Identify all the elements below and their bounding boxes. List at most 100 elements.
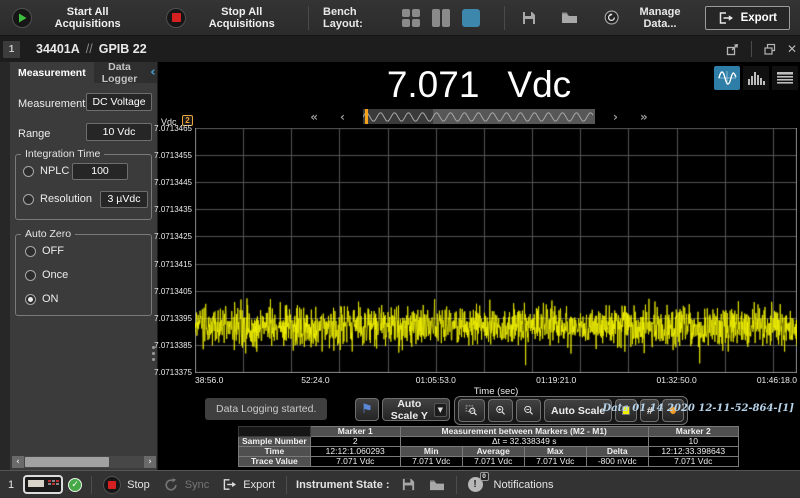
sync-label: Sync [185, 479, 209, 491]
start-all-acquisitions-button[interactable]: Start All Acquisitions [8, 4, 140, 32]
y-axis-tick-label: 7.0713445 [154, 178, 192, 187]
resolution-value-field[interactable]: 3 µVdc [100, 191, 148, 208]
x-axis-tick-label: 01:19:21.0 [536, 375, 576, 385]
instrument-state-label: Instrument State : [296, 479, 390, 491]
zoom-in-button[interactable] [488, 399, 513, 422]
scrollbar-thumb[interactable] [25, 457, 109, 467]
grid-layout-icon [402, 9, 420, 27]
measurement-function-select[interactable]: DC Voltage [86, 93, 152, 111]
cascade-button[interactable] [762, 41, 778, 57]
nplc-radio[interactable]: NPLC [23, 165, 69, 177]
marker1-time: 12:12:1.060293 [310, 447, 400, 457]
nav-first-button[interactable]: « [306, 110, 322, 124]
histogram-view-button[interactable] [743, 66, 769, 90]
nav-last-button[interactable]: » [636, 110, 652, 124]
nav-next-button[interactable]: › [609, 110, 622, 124]
x-axis-labels: 38:56.052:24.001:05:53.001:19:21.001:32:… [195, 375, 797, 385]
max-header: Max [524, 447, 586, 457]
zoom-box-button[interactable] [458, 399, 485, 422]
table-corner-cell [239, 427, 311, 437]
tab-measurement[interactable]: Measurement [10, 62, 94, 83]
dataset-name-label: Data 01 14 2020 12-11-52-864-[1] [603, 403, 794, 414]
instrument-tab[interactable]: 34401A // GPIB 22 [36, 42, 147, 56]
time-row-label: Time [239, 447, 311, 457]
layout-grid-button[interactable] [400, 7, 422, 29]
tab-index-badge: 1 [3, 41, 20, 58]
close-button[interactable]: ✕ [786, 41, 798, 57]
y-axis-tick-label: 7.0713425 [154, 232, 192, 241]
stop-acquisition-button[interactable]: Stop [101, 476, 152, 494]
tab-data-logger[interactable]: Data Logger [94, 62, 146, 83]
export-button[interactable]: Export [705, 6, 790, 30]
readout-unit: Vdc [507, 64, 571, 106]
x-axis-tick-label: 38:56.0 [195, 375, 223, 385]
popout-button[interactable] [724, 41, 741, 58]
tab-bar: 1 34401A // GPIB 22 ✕ [0, 36, 800, 62]
nav-prev-button[interactable]: ‹ [336, 110, 349, 124]
stop-icon [103, 476, 121, 494]
auto-scale-y-dropdown[interactable]: Auto Scale Y ▼ [382, 398, 450, 421]
live-readout: 7.071 Vdc [158, 64, 800, 106]
toolbar-divider [308, 6, 309, 30]
scroll-right-arrow[interactable]: › [144, 456, 156, 468]
instrument-thumbnail[interactable] [23, 475, 63, 494]
layout-single-button[interactable] [460, 7, 482, 29]
tab-separator: // [86, 42, 93, 56]
status-divider [286, 476, 287, 494]
trace-view-button[interactable] [714, 66, 740, 90]
auto-zero-on-radio[interactable]: ON [25, 293, 59, 305]
max-value: 7.071 Vdc [524, 457, 586, 467]
zoom-out-button[interactable] [516, 399, 541, 422]
trace-overview-scrollbar[interactable] [363, 109, 595, 124]
min-header: Min [400, 447, 462, 457]
scroll-left-arrow[interactable]: ‹ [12, 456, 24, 468]
notifications-label: Notifications [494, 479, 554, 491]
delta-header: Delta [586, 447, 648, 457]
export-label: Export [741, 12, 777, 24]
min-value: 7.071 Vdc [400, 457, 462, 467]
status-bar: 1 ✓ Stop Sync Export Instrument State : [0, 470, 800, 498]
nplc-value-field[interactable]: 100 [72, 163, 128, 180]
overview-cursor[interactable] [365, 109, 368, 124]
resolution-radio[interactable]: Resolution [23, 193, 92, 205]
y-axis-tick-label: 7.0713385 [154, 341, 192, 350]
auto-zero-once-radio[interactable]: Once [25, 269, 68, 281]
instrument-address: GPIB 22 [99, 42, 147, 56]
top-toolbar: Start All Acquisitions Stop All Acquisit… [0, 0, 800, 36]
radio-icon [25, 270, 36, 281]
save-instrument-state-button[interactable] [399, 477, 418, 492]
main-content: Measurement Data Logger ‹ Measurement DC… [0, 62, 800, 470]
integration-time-title: Integration Time [21, 148, 104, 160]
marker-flag-button[interactable]: ⚑ [355, 398, 379, 421]
panel-horizontal-scrollbar[interactable]: ‹ › [12, 456, 156, 468]
table-view-button[interactable] [772, 66, 798, 90]
average-header: Average [462, 447, 524, 457]
auto-zero-off-radio[interactable]: OFF [25, 245, 64, 257]
waveform-icon [717, 69, 737, 87]
notification-count-badge: 0 [480, 472, 489, 481]
zoom-in-icon [495, 403, 506, 418]
export-data-button[interactable]: Export [220, 478, 277, 491]
stop-all-acquisitions-button[interactable]: Stop All Acquisitions [162, 4, 294, 32]
sync-button[interactable]: Sync [161, 477, 211, 493]
slot-number: 1 [8, 479, 14, 491]
marker1-sample-number: 2 [310, 437, 400, 447]
manage-data-button[interactable]: Manage Data... [602, 4, 697, 32]
sync-icon [163, 477, 179, 493]
range-select[interactable]: 10 Vdc [86, 123, 152, 141]
x-axis-tick-label: 01:05:53.0 [416, 375, 456, 385]
open-folder-button[interactable] [559, 8, 580, 27]
resolution-label: Resolution [40, 193, 92, 205]
delta-t-value: Δt = 32.338349 s [400, 437, 648, 447]
notifications-button[interactable]: ! 0 Notifications [466, 477, 556, 492]
load-instrument-state-button[interactable] [427, 478, 447, 492]
y-axis-tick-label: 7.0713455 [154, 151, 192, 160]
layout-split-button[interactable] [430, 7, 452, 29]
save-button[interactable] [519, 8, 539, 28]
auto-zero-once-label: Once [42, 269, 68, 281]
histogram-icon [746, 69, 766, 87]
settings-panel: Measurement Data Logger ‹ Measurement DC… [10, 62, 158, 470]
y-axis-tick-label: 7.0713375 [154, 368, 192, 377]
table-icon [775, 69, 795, 87]
trace-plot[interactable] [195, 128, 797, 373]
